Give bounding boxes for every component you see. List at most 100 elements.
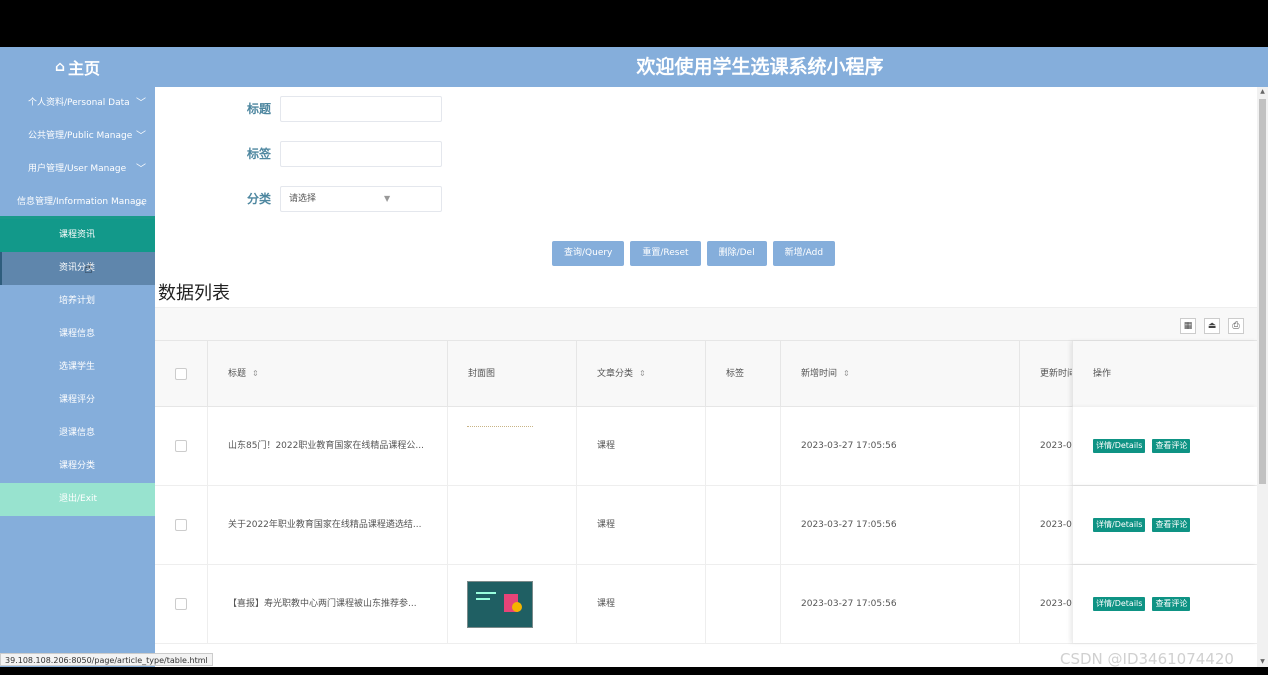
- main-content: 标题 标签 分类 请选择 ▼ 查询/Query 重置/Reset 删除/Del …: [155, 87, 1257, 667]
- sidebar-item-drop-info[interactable]: 退课信息: [0, 417, 155, 450]
- app-title: 欢迎使用学生选课系统小程序: [636, 56, 884, 78]
- view-comments-button[interactable]: 查看评论: [1152, 597, 1191, 611]
- cell-title: 山东85门！2022职业教育国家在线精品课程公...: [207, 407, 447, 485]
- details-button[interactable]: 详情/Details: [1093, 518, 1146, 532]
- sidebar-item-course-info[interactable]: 课程信息: [0, 318, 155, 351]
- header-tag: 标签: [705, 341, 780, 407]
- table-row: 山东85门！2022职业教育国家在线精品课程公... 课程 2023-03-27…: [155, 407, 1257, 486]
- header-label: 封面图: [468, 369, 496, 379]
- reset-button[interactable]: 重置/Reset: [630, 241, 701, 266]
- cell-updated: 2023-03: [1019, 565, 1072, 643]
- filter-title-row: 标题: [155, 96, 455, 122]
- header-updated[interactable]: 更新时间: [1019, 341, 1072, 407]
- tag-input[interactable]: [280, 141, 442, 167]
- cell-category: 课程: [576, 407, 705, 485]
- filter-category-row: 分类 请选择 ▼: [155, 186, 455, 212]
- mouse-cursor-icon: ☝: [84, 261, 93, 277]
- scroll-up-icon[interactable]: ▲: [1257, 87, 1268, 97]
- cell-title: 【喜报】寿光职教中心两门课程被山东推荐参...: [207, 565, 447, 643]
- menu-personal-data[interactable]: 个人资料/Personal Data ﹀: [0, 87, 155, 120]
- table-header: 标题 ⇕ 封面图 文章分类 ⇕ 标签 新增时间 ⇕ 更新时间 操作: [155, 340, 1257, 407]
- cell-created: 2023-03-27 17:05:56: [780, 407, 1019, 485]
- menu-label: 信息管理/Information Manage: [17, 197, 147, 207]
- category-placeholder: 请选择: [289, 194, 317, 204]
- header-label: 更新时间: [1040, 369, 1072, 379]
- sidebar-item-course-rating[interactable]: 课程评分: [0, 384, 155, 417]
- menu-label: 个人资料/Personal Data: [28, 98, 130, 108]
- filter-tag-label: 标签: [246, 147, 271, 161]
- cell-updated: 2023-03: [1019, 486, 1072, 564]
- home-icon: ⌂: [54, 59, 65, 75]
- cell-created: 2023-03-27 17:05:56: [780, 486, 1019, 564]
- filter-category-label: 分类: [246, 192, 271, 206]
- sidebar-item-course-category[interactable]: 课程分类: [0, 450, 155, 483]
- print-icon[interactable]: ⎙: [1228, 318, 1244, 334]
- header-label: 标签: [726, 369, 745, 379]
- filter-title-label: 标题: [246, 102, 271, 116]
- chevron-down-icon: ﹀: [136, 131, 146, 142]
- cell-created: 2023-03-27 17:05:56: [780, 565, 1019, 643]
- header-title[interactable]: 标题 ⇕: [207, 341, 447, 407]
- view-comments-button[interactable]: 查看评论: [1152, 518, 1191, 532]
- details-button[interactable]: 详情/Details: [1093, 597, 1146, 611]
- chevron-up-icon: ︿: [135, 197, 145, 208]
- cell-tag: [705, 486, 780, 564]
- exit-button[interactable]: 退出/Exit: [0, 483, 155, 516]
- status-url: 39.108.108.206:8050/page/article_type/ta…: [0, 653, 213, 666]
- cell-category: 课程: [576, 565, 705, 643]
- cell-updated: 2023-03: [1019, 407, 1072, 485]
- row-checkbox[interactable]: [175, 598, 187, 610]
- header-label: 新增时间: [801, 369, 838, 379]
- category-select[interactable]: 请选择 ▼: [280, 186, 442, 212]
- cover-shape: [476, 592, 496, 594]
- header-cover: 封面图: [447, 341, 576, 407]
- details-button[interactable]: 详情/Details: [1093, 439, 1146, 453]
- menu-label: 用户管理/User Manage: [28, 164, 127, 174]
- row-checkbox[interactable]: [175, 440, 187, 452]
- scrollbar-thumb[interactable]: [1259, 99, 1266, 484]
- view-comments-button[interactable]: 查看评论: [1152, 439, 1191, 453]
- columns-icon[interactable]: ▦: [1180, 318, 1196, 334]
- cell-tag: [705, 565, 780, 643]
- cell-actions: 详情/Details 查看评论: [1072, 565, 1257, 643]
- cell-cover: [447, 407, 576, 485]
- app-frame: ⌂ 主页 欢迎使用学生选课系统小程序 个人资料/Personal Data ﹀ 公…: [0, 47, 1268, 667]
- header-label: 操作: [1093, 369, 1112, 379]
- header-label: 标题: [228, 369, 247, 379]
- sidebar-item-training-plan[interactable]: 培养计划: [0, 285, 155, 318]
- header-category[interactable]: 文章分类 ⇕: [576, 341, 705, 407]
- sidebar: 个人资料/Personal Data ﹀ 公共管理/Public Manage ﹀ …: [0, 87, 155, 667]
- table-row: 【喜报】寿光职教中心两门课程被山东推荐参... 课程 2023-03-27 17…: [155, 565, 1257, 644]
- scroll-down-icon[interactable]: ▼: [1257, 657, 1268, 667]
- cell-actions: 详情/Details 查看评论: [1072, 407, 1257, 485]
- table-toolbar: ▦ ⏏ ⎙: [155, 307, 1257, 340]
- query-button[interactable]: 查询/Query: [552, 241, 625, 266]
- menu-label: 公共管理/Public Manage: [28, 131, 133, 141]
- add-button[interactable]: 新增/Add: [772, 241, 836, 266]
- header-actions: 操作: [1072, 341, 1257, 407]
- menu-public-manage[interactable]: 公共管理/Public Manage ﹀: [0, 120, 155, 153]
- menu-information-manage[interactable]: 信息管理/Information Manage ︿: [0, 186, 155, 219]
- sidebar-item-course-news[interactable]: 课程资讯: [0, 219, 155, 252]
- cell-cover: [447, 486, 576, 564]
- header-created[interactable]: 新增时间 ⇕: [780, 341, 1019, 407]
- row-checkbox[interactable]: [175, 519, 187, 531]
- delete-button[interactable]: 删除/Del: [706, 241, 767, 266]
- title-input[interactable]: [280, 96, 442, 122]
- sidebar-item-course-students[interactable]: 选课学生: [0, 351, 155, 384]
- cell-tag: [705, 407, 780, 485]
- dropdown-arrow-icon: ▼: [384, 194, 391, 203]
- cover-image: [467, 581, 533, 628]
- menu-user-manage[interactable]: 用户管理/User Manage ﹀: [0, 153, 155, 186]
- sort-icon: ⇕: [252, 369, 259, 378]
- sidebar-item-news-category[interactable]: 资讯分类: [0, 252, 155, 285]
- select-all-checkbox[interactable]: [175, 368, 187, 380]
- vertical-scrollbar[interactable]: ▲ ▼: [1257, 87, 1268, 667]
- top-bar: ⌂ 主页 欢迎使用学生选课系统小程序: [0, 47, 1268, 87]
- cell-title: 关于2022年职业教育国家在线精品课程遴选结...: [207, 486, 447, 564]
- export-icon[interactable]: ⏏: [1204, 318, 1220, 334]
- filter-tag-row: 标签: [155, 141, 455, 167]
- chevron-down-icon: ﹀: [136, 164, 146, 175]
- home-label: 主页: [68, 59, 101, 78]
- home-link[interactable]: ⌂ 主页: [0, 47, 155, 87]
